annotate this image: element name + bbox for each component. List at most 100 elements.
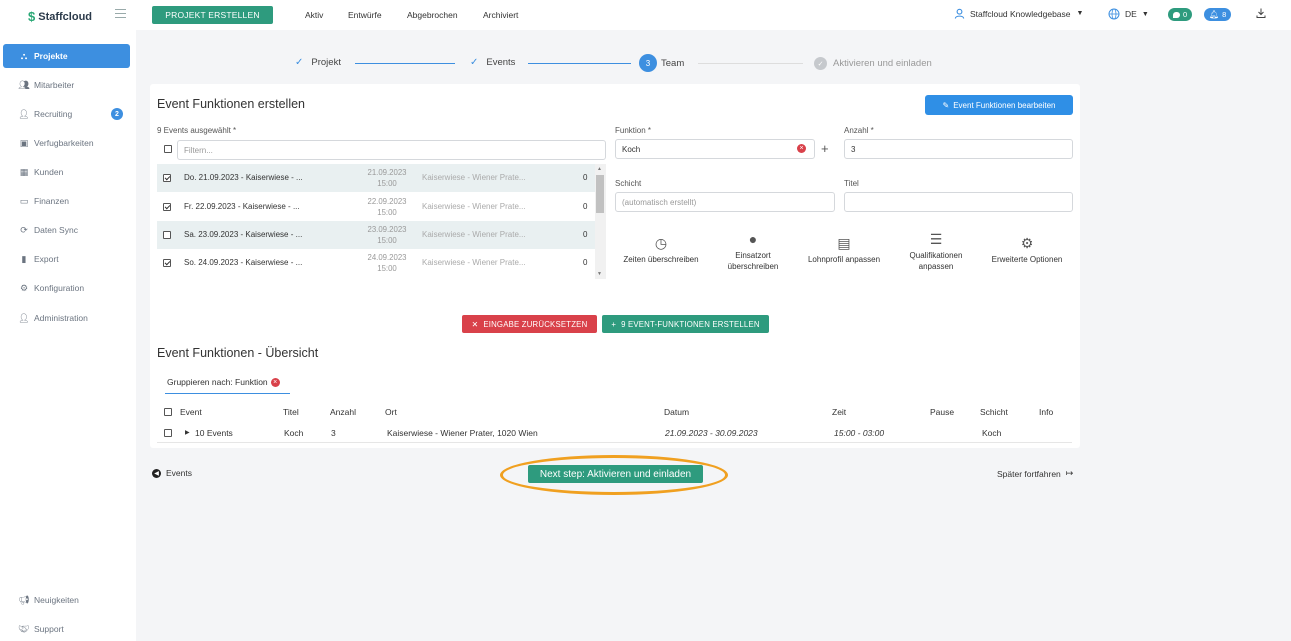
step-events[interactable]: ✓ Events xyxy=(470,57,515,68)
user-menu[interactable]: Staffcloud Knowledgebase ▼ xyxy=(954,8,1083,19)
next-step-button[interactable]: Next step: Aktivieren und einladen xyxy=(528,465,703,483)
create-event-functions-button[interactable]: + 9 EVENT-FUNKTIONEN ERSTELLEN xyxy=(602,315,769,333)
building-icon: ▦ xyxy=(19,166,29,177)
messages-pill[interactable]: 0 xyxy=(1168,8,1193,21)
option-qualifikationen[interactable]: ☰ Qualifikationen anpassen xyxy=(891,228,981,272)
event-checkbox[interactable] xyxy=(163,231,171,239)
list-item[interactable]: Do. 21.09.2023 - Kaiserwiese - ... 21.09… xyxy=(157,164,595,192)
step-label: Team xyxy=(661,57,685,69)
list-item[interactable]: So. 24.09.2023 - Kaiserwiese - ... 24.09… xyxy=(157,249,595,277)
list-item[interactable]: Fr. 22.09.2023 - Kaiserwiese - ... 22.09… xyxy=(157,193,595,221)
event-checkbox[interactable] xyxy=(163,203,171,211)
column-header[interactable]: Info xyxy=(1039,407,1053,417)
step-projekt[interactable]: ✓ Projekt xyxy=(295,57,341,68)
option-label: Erweiterte Optionen xyxy=(991,255,1063,264)
nav-tab-aktiv[interactable]: Aktiv xyxy=(305,10,323,20)
select-all-rows-checkbox[interactable] xyxy=(164,408,172,416)
option-zeiten[interactable]: ◷ Zeiten überschreiben xyxy=(616,232,706,265)
bell-icon: 🔔︎ xyxy=(1209,10,1220,19)
sidebar-item-label: Neuigkeiten xyxy=(34,595,79,605)
select-all-checkbox[interactable] xyxy=(164,145,172,153)
step-aktivieren[interactable]: ✓ Aktivieren und einladen xyxy=(814,57,932,70)
schicht-input[interactable]: (automatisch erstellt) xyxy=(615,192,835,212)
nav-tab-entwuerfe[interactable]: Entwürfe xyxy=(348,10,382,20)
column-header[interactable]: Schicht xyxy=(980,407,1008,417)
download-button[interactable] xyxy=(1256,8,1266,18)
column-header[interactable]: Titel xyxy=(283,407,299,417)
sidebar-item-label: Support xyxy=(34,624,64,634)
event-time: 15:00 xyxy=(377,264,397,273)
sidebar-item-label: Recruiting xyxy=(34,109,73,119)
option-erweitert[interactable]: ⚙︎ Erweiterte Optionen xyxy=(982,232,1072,265)
clear-funktion-icon[interactable]: × xyxy=(797,144,806,153)
sidebar-item-neuigkeiten[interactable]: 📢︎ Neuigkeiten xyxy=(3,588,130,612)
scroll-down-icon[interactable]: ▼ xyxy=(597,271,602,277)
titel-input[interactable] xyxy=(844,192,1073,212)
step-label: Projekt xyxy=(311,57,341,68)
step-team[interactable]: 3 Team xyxy=(639,54,684,72)
sidebar-item-verfugbarkeiten[interactable]: ▣ Verfugbarkeiten xyxy=(3,131,130,155)
arrow-left-circle-icon: ◀ xyxy=(152,468,161,478)
event-date-value: 24.09.2023 xyxy=(367,253,407,262)
cell-event[interactable]: 10 Events xyxy=(195,428,233,438)
sidebar-item-kunden[interactable]: ▦ Kunden xyxy=(3,160,130,184)
column-header[interactable]: Zeit xyxy=(832,407,846,417)
notifications-pill[interactable]: 🔔︎ 8 xyxy=(1204,8,1232,21)
sidebar-item-daten-sync[interactable]: ⟳ Daten Sync xyxy=(3,218,130,242)
scroll-up-icon[interactable]: ▲ xyxy=(597,166,602,172)
event-checkbox[interactable] xyxy=(163,174,171,182)
column-header[interactable]: Ort xyxy=(385,407,397,417)
sidebar-item-projekte[interactable]: ⛬ Projekte xyxy=(3,44,130,68)
sidebar-item-konfiguration[interactable]: ⚙︎ Konfiguration xyxy=(3,276,130,300)
menu-toggle-icon[interactable] xyxy=(115,9,126,18)
create-project-button[interactable]: PROJEKT ERSTELLEN xyxy=(152,6,273,24)
nav-tab-abgebrochen[interactable]: Abgebrochen xyxy=(407,10,458,20)
logo-text: Staffcloud xyxy=(38,10,93,23)
logo-icon: $ xyxy=(28,9,36,24)
sidebar-item-recruiting[interactable]: 👤︎ Recruiting 2 xyxy=(3,102,130,126)
column-header[interactable]: Pause xyxy=(930,407,954,417)
row-checkbox[interactable] xyxy=(164,429,172,437)
user-plus-icon: 👤︎ xyxy=(18,108,30,119)
sidebar-item-administration[interactable]: 👤︎ Administration xyxy=(3,306,130,330)
sidebar-item-mitarbeiter[interactable]: 👥︎ Mitarbeiter xyxy=(3,73,130,97)
sidebar-item-export[interactable]: ▮ Export xyxy=(3,247,130,271)
event-time: 15:00 xyxy=(377,236,397,245)
expand-caret-icon[interactable]: ▶ xyxy=(185,429,190,436)
column-header[interactable]: Event xyxy=(180,407,202,417)
language-menu[interactable]: DE ▼ xyxy=(1108,8,1149,20)
back-events-link[interactable]: ◀ Events xyxy=(152,468,192,478)
notifications-count: 8 xyxy=(1222,10,1227,19)
option-lohnprofil[interactable]: ▤ Lohnprofil anpassen xyxy=(799,232,889,265)
money-bill-icon: ▤ xyxy=(837,235,851,251)
group-by-label: Gruppieren nach: Funktion xyxy=(167,377,268,387)
add-funktion-icon[interactable]: + xyxy=(821,141,829,156)
remove-group-icon[interactable]: × xyxy=(270,377,280,387)
reset-input-button[interactable]: ✕ EINGABE ZURÜCKSETZEN xyxy=(462,315,597,333)
list-item[interactable]: Sa. 23.09.2023 - Kaiserwiese - ... 23.09… xyxy=(157,221,595,249)
funktion-select[interactable]: Koch xyxy=(615,139,815,159)
sidebar-item-label: Kunden xyxy=(34,167,64,177)
option-einsatzort[interactable]: ● Einsatzort überschreiben xyxy=(708,228,798,272)
file-icon: ▮ xyxy=(21,253,27,264)
edit-event-functions-button[interactable]: ✎ Event Funktionen bearbeiten xyxy=(925,95,1073,115)
anzahl-input[interactable]: 3 xyxy=(844,139,1073,159)
filter-input[interactable]: Filtern... xyxy=(177,140,606,160)
option-label-2: anpassen xyxy=(918,262,954,271)
sidebar-item-support[interactable]: 🤝︎ Support xyxy=(3,617,130,641)
nav-tab-archiviert[interactable]: Archiviert xyxy=(483,10,518,20)
column-header[interactable]: Anzahl xyxy=(330,407,356,417)
sidebar-item-finanzen[interactable]: ▭ Finanzen xyxy=(3,189,130,213)
language-label: DE xyxy=(1125,9,1137,19)
scrollbar-thumb[interactable] xyxy=(596,175,604,213)
column-header[interactable]: Datum xyxy=(664,407,689,417)
plus-icon: + xyxy=(611,319,617,329)
continue-later-link[interactable]: Später fortfahren ↦ xyxy=(997,468,1073,479)
event-checkbox[interactable] xyxy=(163,259,171,267)
app-logo[interactable]: $ Staffcloud xyxy=(28,9,92,24)
sidebar-item-label: Projekte xyxy=(34,51,68,61)
group-by-chip[interactable]: Gruppieren nach: Funktion × xyxy=(167,377,280,387)
event-date-value: 22.09.2023 xyxy=(367,197,407,206)
event-name: Fr. 22.09.2023 - Kaiserwiese - ... xyxy=(184,202,300,211)
gear-icon: ⚙︎ xyxy=(19,282,29,293)
